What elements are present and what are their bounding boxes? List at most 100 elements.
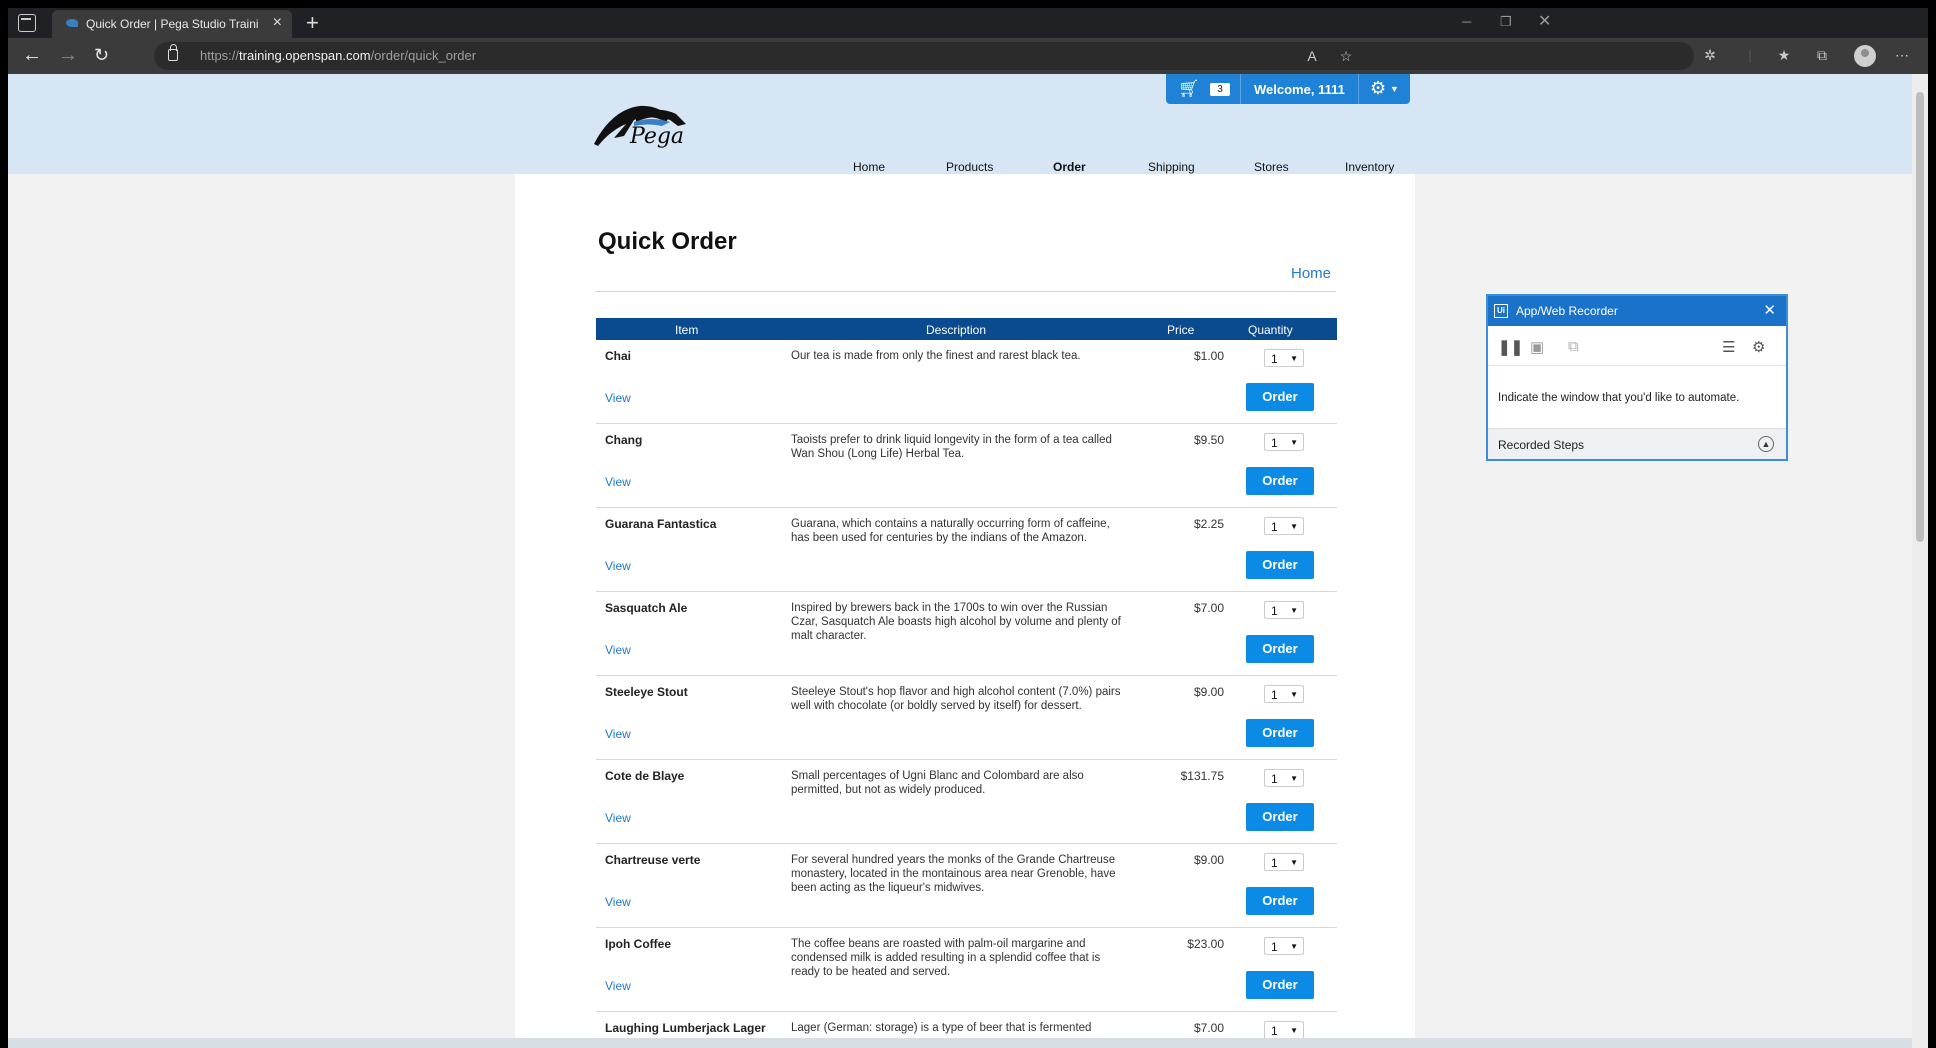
screen: Quick Order | Pega Studio Traini × + ─ ❐… xyxy=(0,0,1936,1048)
view-link[interactable]: View xyxy=(605,727,631,741)
quantity-value: 1 xyxy=(1271,772,1278,786)
window-icon[interactable]: ⧉ xyxy=(1568,338,1579,355)
vertical-scrollbar[interactable] xyxy=(1912,74,1928,1048)
item-description: Guarana, which contains a naturally occu… xyxy=(791,518,1110,544)
nav-inventory[interactable]: Inventory xyxy=(1345,160,1394,174)
nav-products[interactable]: Products xyxy=(946,160,993,174)
view-link[interactable]: View xyxy=(605,559,631,573)
quantity-value: 1 xyxy=(1271,1024,1278,1038)
home-link[interactable]: Home xyxy=(1291,265,1331,282)
quantity-select[interactable]: 1 ▼ xyxy=(1264,433,1304,451)
favorites-icon[interactable]: ★ xyxy=(1776,47,1792,63)
app-web-recorder-panel: Ui App/Web Recorder ✕ ❚❚ ▣ ⧉ ☰ ⚙ Indicat… xyxy=(1486,294,1788,461)
save-icon[interactable]: ▣ xyxy=(1530,338,1544,356)
settings-window-icon[interactable]: ⚙ xyxy=(1752,338,1765,356)
column-header-quantity: Quantity xyxy=(1248,323,1293,337)
close-window-icon[interactable]: ✕ xyxy=(1538,11,1551,31)
pause-icon[interactable]: ❚❚ xyxy=(1498,338,1523,356)
close-tab-icon[interactable]: × xyxy=(273,14,282,32)
refresh-icon[interactable]: ↻ xyxy=(94,45,109,66)
welcome-text[interactable]: Welcome, 1111 xyxy=(1254,82,1345,97)
table-row: Sasquatch Ale Inspired by brewers back in… xyxy=(596,592,1337,676)
order-button[interactable]: Order xyxy=(1246,635,1314,663)
settings-gear-icon[interactable]: ⚙ xyxy=(1370,78,1386,99)
table-body: Chai Our tea is made from only the finest… xyxy=(596,340,1337,1048)
item-price: $9.00 xyxy=(1193,685,1224,699)
recorded-steps-section[interactable]: Recorded Steps ▲ xyxy=(1488,428,1786,459)
view-link[interactable]: View xyxy=(605,475,631,489)
view-link[interactable]: View xyxy=(605,643,631,657)
table-row: Chartreuse verte For several hundred year… xyxy=(596,844,1337,928)
item-name: Chang xyxy=(605,433,643,447)
list-check-icon[interactable]: ☰ xyxy=(1722,338,1735,356)
more-menu-icon[interactable]: ⋯ xyxy=(1894,47,1910,63)
chevron-down-icon[interactable]: ▼ xyxy=(1390,84,1399,94)
table-row: Cote de Blaye Small percentages of Ugni B… xyxy=(596,760,1337,844)
back-icon[interactable]: ← xyxy=(22,44,42,67)
tab-actions-icon[interactable] xyxy=(18,14,36,32)
order-button[interactable]: Order xyxy=(1246,887,1314,915)
url-field[interactable]: https://training.openspan.com/order/quic… xyxy=(154,42,1694,70)
quantity-select[interactable]: 1 ▼ xyxy=(1264,601,1304,619)
nav-stores[interactable]: Stores xyxy=(1254,160,1289,174)
pega-favicon-icon xyxy=(66,19,78,27)
item-description: Small percentages of Ugni Blanc and Colo… xyxy=(791,770,1084,796)
browser-window: Quick Order | Pega Studio Traini × + ─ ❐… xyxy=(8,8,1928,1048)
item-description: The coffee beans are roasted with palm-o… xyxy=(791,938,1101,978)
quantity-select[interactable]: 1 ▼ xyxy=(1264,937,1304,955)
divider xyxy=(595,291,1336,292)
shopping-cart-icon[interactable]: 🛒︎ xyxy=(1178,80,1200,98)
chevron-down-icon: ▼ xyxy=(1290,858,1298,867)
view-link[interactable]: View xyxy=(605,811,631,825)
favorite-add-icon[interactable]: ☆ xyxy=(1338,48,1354,64)
item-description: For several hundred years the monks of t… xyxy=(791,854,1116,894)
chevron-down-icon: ▼ xyxy=(1290,942,1298,951)
collections-icon[interactable]: ⧉ xyxy=(1814,47,1830,63)
extensions-icon[interactable]: ✲ xyxy=(1702,47,1718,63)
quantity-select[interactable]: 1 ▼ xyxy=(1264,349,1304,367)
forward-icon[interactable]: → xyxy=(58,44,78,67)
pega-logo-text: Pega xyxy=(630,124,685,149)
view-link[interactable]: View xyxy=(605,895,631,909)
chevron-down-icon: ▼ xyxy=(1290,354,1298,363)
view-link[interactable]: View xyxy=(605,979,631,993)
order-button[interactable]: Order xyxy=(1246,551,1314,579)
products-table: Item Description Price Quantity Chai Our … xyxy=(596,318,1337,1048)
profile-avatar-icon[interactable] xyxy=(1854,45,1876,67)
item-name: Chartreuse verte xyxy=(605,853,701,867)
nav-shipping[interactable]: Shipping xyxy=(1148,160,1195,174)
quantity-select[interactable]: 1 ▼ xyxy=(1264,517,1304,535)
order-button[interactable]: Order xyxy=(1246,467,1314,495)
chevron-down-icon: ▼ xyxy=(1290,438,1298,447)
page-title: Quick Order xyxy=(598,228,737,255)
quantity-select[interactable]: 1 ▼ xyxy=(1264,685,1304,703)
nav-order[interactable]: Order xyxy=(1053,160,1086,174)
toolbar-divider: | xyxy=(1748,47,1752,63)
recorder-titlebar: Ui App/Web Recorder ✕ xyxy=(1488,296,1786,326)
order-button[interactable]: Order xyxy=(1246,803,1314,831)
restore-icon[interactable]: ❐ xyxy=(1500,14,1512,30)
close-icon[interactable]: ✕ xyxy=(1763,301,1776,319)
item-price: $2.25 xyxy=(1193,517,1224,531)
browser-tab[interactable]: Quick Order | Pega Studio Traini × xyxy=(52,10,292,38)
scrollbar-thumb[interactable] xyxy=(1916,92,1924,542)
quantity-value: 1 xyxy=(1271,940,1278,954)
item-name: Steeleye Stout xyxy=(605,685,688,699)
new-tab-icon[interactable]: + xyxy=(306,10,319,36)
read-aloud-icon[interactable]: A xyxy=(1304,48,1320,64)
item-price: $131.75 xyxy=(1180,769,1224,783)
nav-home[interactable]: Home xyxy=(853,160,885,174)
horizontal-scrollbar[interactable] xyxy=(8,1038,1912,1048)
view-link[interactable]: View xyxy=(605,391,631,405)
column-header-description: Description xyxy=(926,323,987,337)
chevron-down-icon: ▼ xyxy=(1290,774,1298,783)
quantity-select[interactable]: 1 ▼ xyxy=(1264,853,1304,871)
order-button[interactable]: Order xyxy=(1246,383,1314,411)
order-button[interactable]: Order xyxy=(1246,719,1314,747)
pega-logo[interactable]: Pega xyxy=(590,94,700,150)
quantity-select[interactable]: 1 ▼ xyxy=(1264,1021,1304,1039)
quantity-select[interactable]: 1 ▼ xyxy=(1264,769,1304,787)
collapse-icon[interactable]: ▲ xyxy=(1758,436,1774,452)
order-button[interactable]: Order xyxy=(1246,971,1314,999)
minimize-icon[interactable]: ─ xyxy=(1462,14,1471,29)
